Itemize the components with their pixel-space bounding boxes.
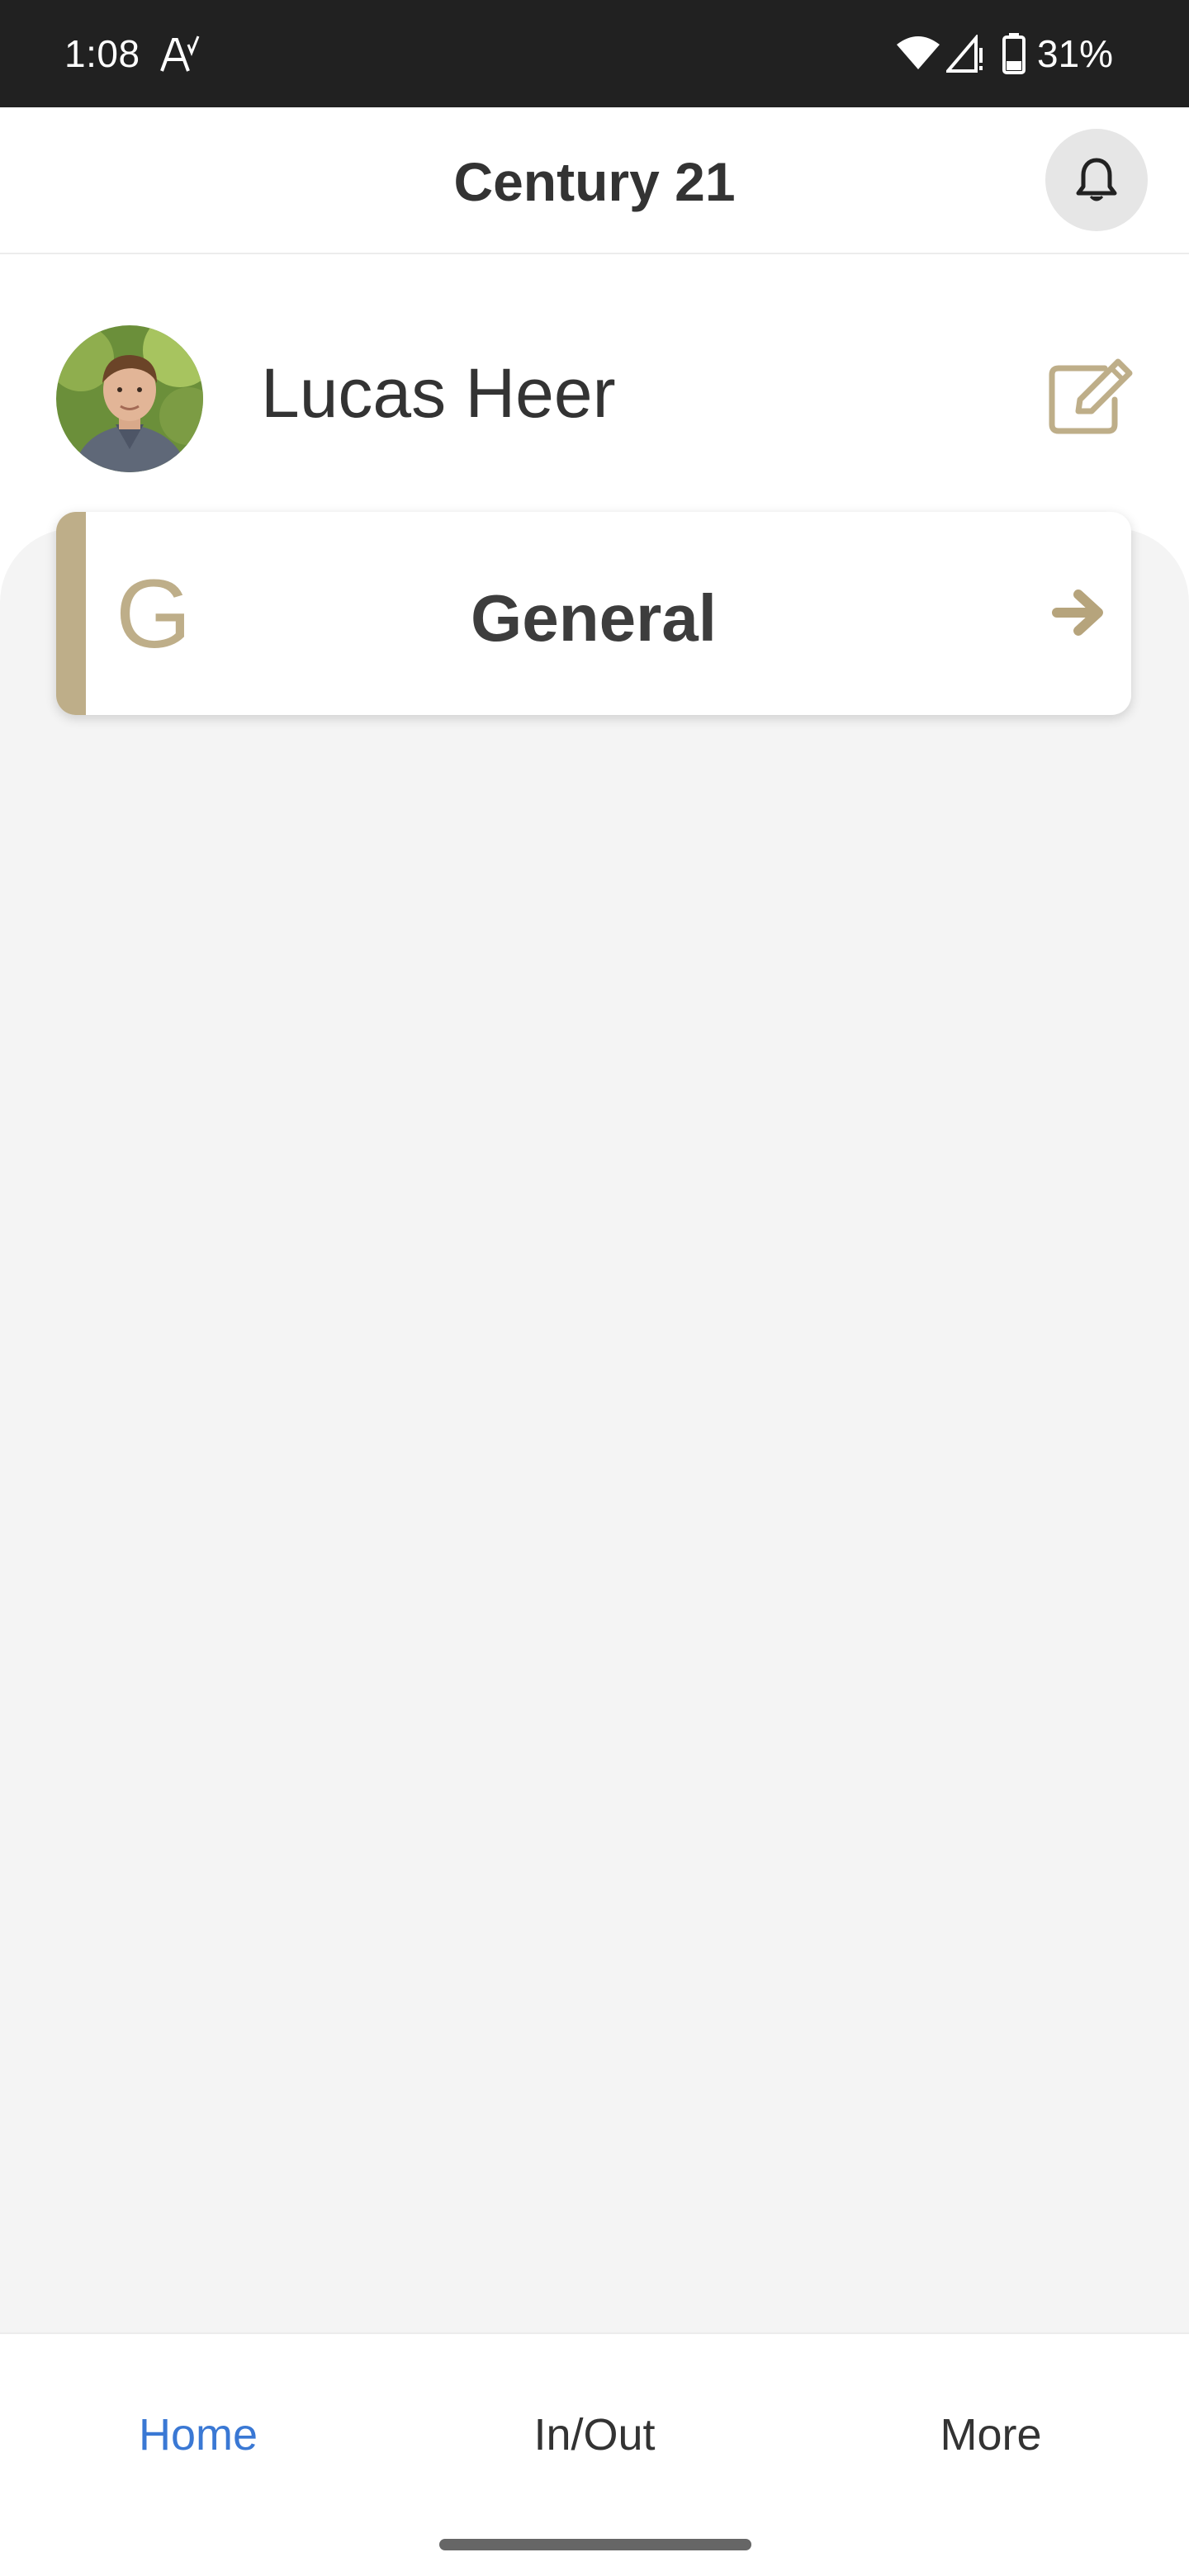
arrow-right-icon [1052,590,1103,636]
tab-in-out[interactable]: In/Out [396,2394,793,2476]
group-label: General [471,581,717,655]
bell-icon [1076,158,1117,201]
battery-icon [1002,33,1026,74]
profile-name: Lucas Heer [261,354,616,432]
notifications-button[interactable] [1045,129,1148,231]
status-bar: 1:08 31% [0,0,1189,107]
edit-icon[interactable] [1045,358,1135,438]
group-card-general[interactable]: G General [56,512,1131,715]
page-title: Century 21 [453,151,736,212]
content-background [0,528,1189,2332]
tab-home[interactable]: Home [0,2394,396,2476]
avatar-photo [56,325,203,472]
signal-icon [946,35,983,73]
bottom-navigation: Home In/Out More [0,2332,1189,2576]
profile-section: Lucas Heer [0,256,1189,528]
a-accessibility-icon [160,36,200,72]
avatar[interactable] [56,325,203,472]
status-time: 1:08 [64,32,140,75]
wifi-icon [897,36,940,69]
gesture-handle[interactable] [439,2539,751,2550]
tab-more[interactable]: More [793,2394,1189,2476]
battery-percentage: 31% [1037,32,1114,75]
app-header: Century 21 [0,107,1189,254]
